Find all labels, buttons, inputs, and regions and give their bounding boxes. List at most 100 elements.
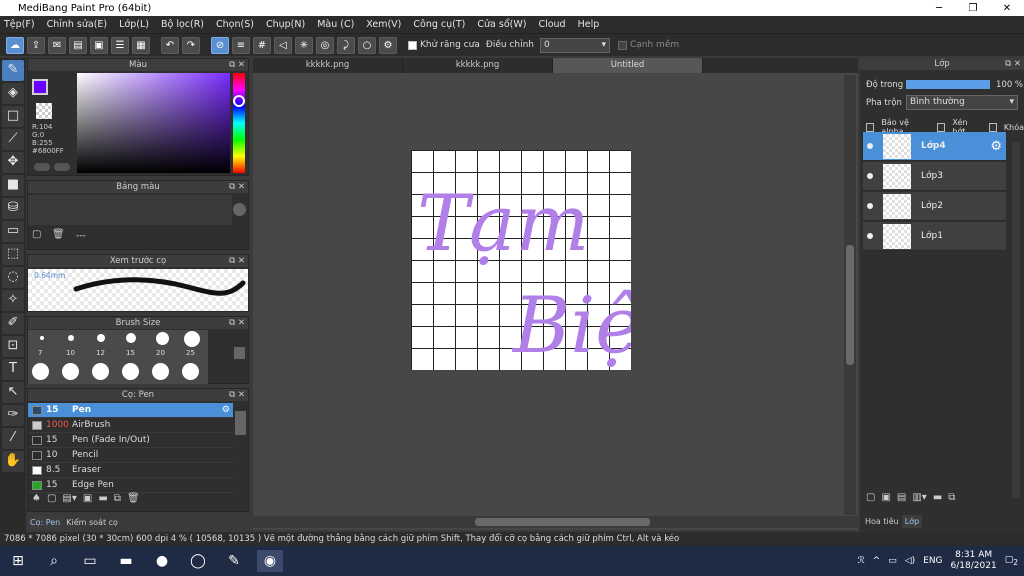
gradient-tool-icon[interactable]: ▭ [2,221,24,242]
blend-dropdown[interactable]: Bình thường [906,95,1018,110]
palette-scroll-handle[interactable] [233,203,246,216]
circle-snap-icon[interactable]: ◎ [316,36,334,54]
duplicate-layer-icon[interactable]: ⧉ [948,492,955,503]
close-button[interactable]: ✕ [990,3,1024,14]
add-brush-icon[interactable]: ♠ [32,493,41,504]
menu-file[interactable]: Tệp(F) [4,19,35,30]
clip-checkbox[interactable] [937,122,946,132]
brush-size-scroll[interactable] [234,347,245,359]
no-snap-icon[interactable]: ⊘ [211,36,229,54]
undo-icon[interactable]: ↶ [161,36,179,54]
zalo-icon[interactable]: ● [149,550,175,572]
divide-tool-icon[interactable]: ✑ [2,405,24,426]
panel-close-icon[interactable]: ⧉ ✕ [1005,58,1021,70]
search-icon[interactable]: ⌕ [41,550,67,572]
panel-close-icon[interactable]: ⧉ ✕ [229,317,245,329]
people-icon[interactable]: ℛ [857,556,864,566]
perspective-snap-icon[interactable]: ◁ [274,36,292,54]
chat-icon[interactable]: ✉ [48,36,66,54]
color-mode-toggle[interactable] [34,163,50,171]
brush-item-pencil[interactable]: 10 Pencil [28,448,233,463]
share-icon[interactable]: ⇪ [27,36,45,54]
opera-icon[interactable]: ◯ [185,550,211,572]
new-brush-icon[interactable]: ▢ [47,493,56,504]
operation-tool-icon[interactable]: ↖ [2,382,24,403]
hand-tool-icon[interactable]: ✋ [2,451,24,472]
delete-brush-icon[interactable]: 🗑 [127,493,140,504]
gear-icon[interactable]: ⚙ [222,405,230,415]
layer-row-4[interactable]: Lớp4 ⚙ [863,132,1006,161]
vertical-scroll-thumb[interactable] [846,245,854,365]
curve-snap-icon[interactable]: ⤸ [337,36,355,54]
antialias-checkbox[interactable] [408,40,417,50]
size-dot-5[interactable] [156,332,169,345]
file-explorer-icon[interactable]: ▬ [113,550,139,572]
menu-edit[interactable]: Chỉnh sửa(E) [47,19,108,30]
horizontal-scrollbar[interactable] [253,516,858,528]
rect-tool-icon[interactable]: □ [2,106,24,127]
size-dot-3[interactable] [97,334,105,342]
task-view-icon[interactable]: ▭ [77,550,103,572]
size-dot-9[interactable] [92,363,109,380]
menu-window[interactable]: Cửa sổ(W) [477,19,526,30]
eye-icon[interactable] [867,143,873,149]
eye-icon[interactable] [867,173,873,179]
select-pen-tool-icon[interactable]: ✐ [2,313,24,334]
brush-item-eraser[interactable]: 8.5 Eraser [28,463,233,478]
hue-handle[interactable] [233,95,245,107]
language-indicator[interactable]: ENG [923,556,942,566]
new-layer-icon[interactable]: ▢ [866,492,875,503]
menu-color[interactable]: Màu (C) [317,19,354,30]
palette-area[interactable] [28,195,232,225]
windows-start-icon[interactable]: ⊞ [5,550,31,572]
brush-item-pen[interactable]: 15 Pen ⚙ [28,403,233,418]
size-dot-6[interactable] [184,331,200,347]
tab-document-3[interactable]: Untitled [553,58,703,73]
layer-folder-icon[interactable]: ▬ [933,492,942,503]
paint-app-icon[interactable]: ✎ [221,550,247,572]
fill-rect-tool-icon[interactable]: ■ [2,175,24,196]
radial-snap-icon[interactable]: ✳ [295,36,313,54]
adjust-dropdown[interactable]: 0 [539,37,610,53]
vertical-scrollbar[interactable] [844,75,856,515]
redo-icon[interactable]: ↷ [182,36,200,54]
foreground-color-swatch[interactable] [32,79,48,95]
brush-list-scroll[interactable] [235,411,246,435]
hue-slider[interactable] [233,73,245,173]
soft-edge-checkbox[interactable] [617,40,627,50]
brush-menu-icon[interactable]: ▤▾ [62,493,76,504]
protect-alpha-checkbox[interactable] [866,122,875,132]
size-dot-8[interactable] [62,363,79,380]
lock-checkbox[interactable] [988,122,997,132]
layer-row-2[interactable]: Lớp2 [863,192,1006,221]
size-dot-12[interactable] [182,363,199,380]
ellipse-snap-icon[interactable]: ○ [358,36,376,54]
tab-layer[interactable]: Lớp [901,515,923,528]
opacity-slider[interactable] [906,80,990,89]
menu-view[interactable]: Xem(V) [366,19,401,30]
minimize-button[interactable]: ─ [922,3,956,14]
layer-row-1[interactable]: Lớp1 [863,222,1006,251]
parallel-snap-icon[interactable]: ≡ [232,36,250,54]
menu-filter[interactable]: Bộ lọc(R) [161,19,204,30]
tab-document-2[interactable]: kkkkk.png [403,58,553,73]
size-dot-4[interactable] [126,333,136,343]
eraser-tool-icon[interactable]: ◈ [2,83,24,104]
delete-palette-icon[interactable]: 🗑 [52,229,65,240]
list-icon[interactable]: ☰ [111,36,129,54]
brush-item-pen-fade[interactable]: 15 Pen (Fade In/Out) [28,433,233,448]
select-tool-icon[interactable]: ⬚ [2,244,24,265]
clock[interactable]: 8:31 AM 6/18/2021 [951,550,997,572]
background-color-swatch[interactable] [36,103,52,119]
drawing-canvas[interactable]: Tạm Biệt [411,150,673,371]
eye-icon[interactable] [867,233,873,239]
network-icon[interactable]: ▭ [888,556,897,566]
maximize-button[interactable]: ❐ [956,3,990,14]
comment-icon[interactable]: ▤ [69,36,87,54]
medibang-icon[interactable]: ◉ [257,550,283,572]
menu-layer[interactable]: Lớp(L) [119,19,149,30]
size-dot-10[interactable] [122,363,139,380]
size-dot-11[interactable] [152,363,169,380]
bucket-tool-icon[interactable]: ⛁ [2,198,24,219]
select-eraser-tool-icon[interactable]: ⊡ [2,336,24,357]
